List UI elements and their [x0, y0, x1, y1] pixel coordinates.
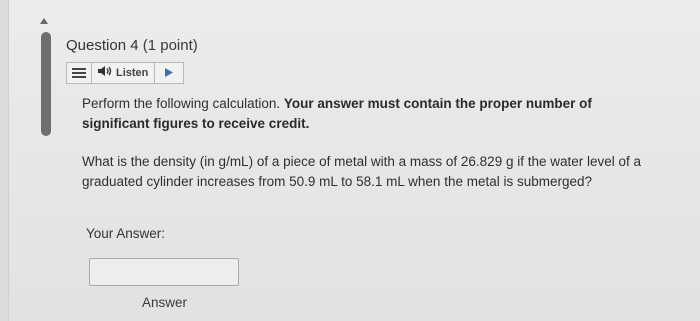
quiz-screen: Question 4 (1 point) Listen Perform the … [0, 0, 700, 321]
answer-input[interactable] [89, 258, 239, 286]
listen-label: Listen [116, 67, 149, 79]
speaker-icon [97, 64, 113, 82]
instructions-plain: Perform the following calculation. [82, 96, 281, 111]
menu-icon[interactable] [67, 63, 92, 83]
question-number: Question 4 [66, 37, 139, 54]
listen-button[interactable]: Listen [92, 63, 156, 83]
readspeaker-toolbar: Listen [66, 62, 184, 84]
play-button[interactable] [155, 63, 183, 83]
scroll-up-icon[interactable] [40, 18, 48, 24]
left-edge [0, 0, 9, 321]
question-title: Question 4 (1 point) [66, 37, 198, 54]
answer-caption: Answer [142, 295, 188, 310]
instructions: Perform the following calculation. Your … [82, 94, 652, 134]
your-answer-label: Your Answer: [86, 226, 166, 241]
question-prompt: What is the density (in g/mL) of a piece… [82, 154, 642, 189]
scrollbar-thumb[interactable] [41, 32, 51, 136]
question-points: (1 point) [142, 37, 198, 54]
play-icon [165, 64, 174, 82]
